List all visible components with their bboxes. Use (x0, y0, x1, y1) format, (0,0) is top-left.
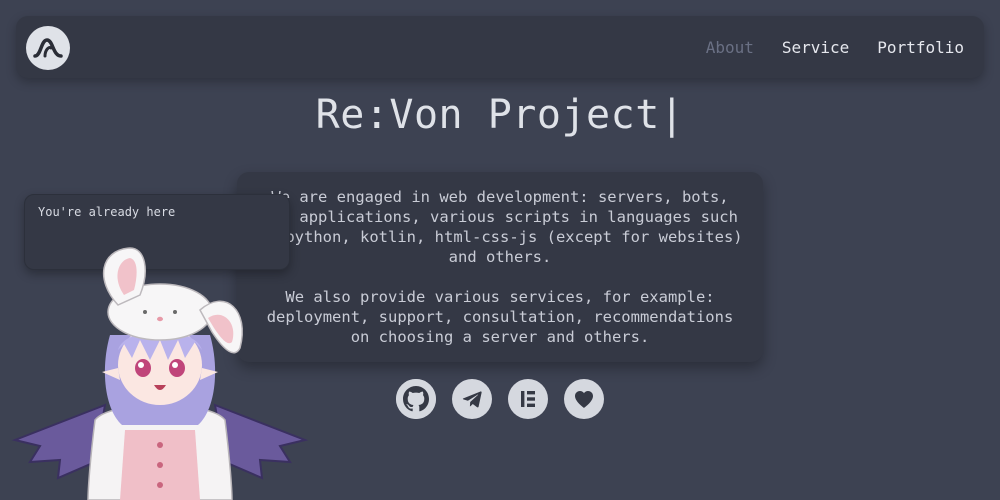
tooltip-text: You're already here (38, 205, 176, 219)
description-paragraph-2: We also provide various services, for ex… (266, 288, 734, 346)
wave-logo-icon (33, 38, 63, 58)
elementor-icon (521, 391, 535, 407)
nav-portfolio[interactable]: Portfolio (877, 38, 964, 57)
mascot-illustration (11, 247, 309, 500)
heart-icon (575, 391, 593, 408)
page-title: Re:Von Project| (0, 92, 1000, 138)
telegram-button[interactable] (452, 379, 492, 419)
title-text: Re:Von Project (315, 92, 660, 138)
social-links (396, 379, 604, 419)
nav-service[interactable]: Service (782, 38, 849, 57)
nav-menu: About Service Portfolio (706, 16, 964, 78)
logo[interactable] (26, 26, 70, 70)
description-paragraph-1: We are engaged in web development: serve… (257, 188, 743, 266)
typing-cursor: | (659, 92, 685, 138)
github-button[interactable] (396, 379, 436, 419)
navbar: About Service Portfolio (16, 16, 984, 78)
elementor-button[interactable] (508, 379, 548, 419)
github-icon (396, 379, 436, 419)
donate-button[interactable] (564, 379, 604, 419)
nav-about[interactable]: About (706, 38, 754, 57)
telegram-icon (462, 391, 482, 408)
